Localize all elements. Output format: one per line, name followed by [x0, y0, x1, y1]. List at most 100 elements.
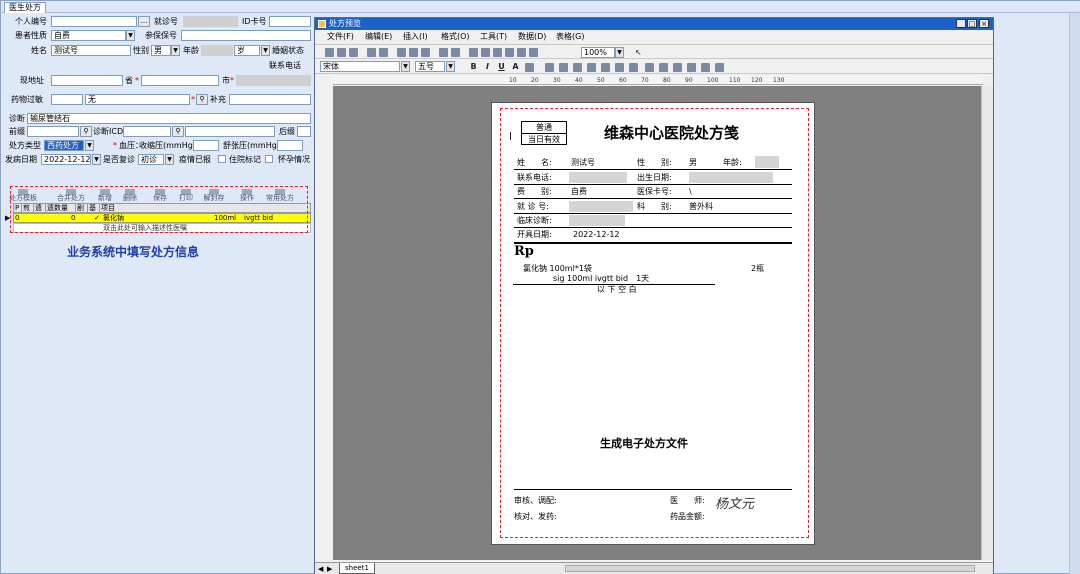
search-icon[interactable]: ⚲: [196, 94, 208, 105]
suffix-input[interactable]: [297, 126, 311, 137]
pointer-icon[interactable]: ↖: [635, 48, 644, 57]
tab-doctor-prescription[interactable]: 医生处方: [4, 2, 46, 13]
spacing-icon[interactable]: [715, 63, 724, 72]
indent-icon[interactable]: [601, 63, 610, 72]
chevron-down-icon[interactable]: ▼: [446, 61, 455, 72]
rx-visit-label: 就 诊 号:: [517, 202, 549, 211]
inpatient-checkbox[interactable]: [265, 155, 273, 163]
font-size-select[interactable]: 五号: [415, 61, 445, 72]
image-icon[interactable]: [469, 48, 478, 57]
font-color-icon[interactable]: A: [511, 62, 520, 71]
rule-line: [514, 489, 792, 490]
onset-date-input[interactable]: 2022-12-12: [41, 154, 91, 165]
menu-file[interactable]: 文件(F): [327, 31, 354, 43]
sheet-tab[interactable]: sheet1: [339, 563, 375, 574]
menu-edit[interactable]: 编辑(E): [365, 31, 392, 43]
paste-icon[interactable]: [421, 48, 430, 57]
id-card-input[interactable]: [269, 16, 311, 27]
table-icon[interactable]: [481, 48, 490, 57]
font-select[interactable]: 宋体: [320, 61, 400, 72]
systolic-input[interactable]: [193, 140, 219, 151]
horizontal-scrollbar[interactable]: [565, 565, 975, 572]
diag-icd-name-input[interactable]: [185, 126, 275, 137]
strike-icon[interactable]: [687, 63, 696, 72]
line-spacing-icon[interactable]: [629, 63, 638, 72]
print-icon[interactable]: [379, 48, 388, 57]
diag-icd-input[interactable]: [123, 126, 171, 137]
border-icon[interactable]: [645, 63, 654, 72]
align-right-icon[interactable]: [573, 63, 582, 72]
save-icon[interactable]: [349, 48, 358, 57]
next-sheet-icon[interactable]: ▶: [327, 564, 332, 574]
allergy-input[interactable]: 无: [85, 94, 190, 105]
highlight-icon[interactable]: [525, 63, 534, 72]
chevron-down-icon[interactable]: ▼: [261, 45, 270, 56]
age-unit-select[interactable]: 岁: [234, 45, 260, 56]
bold-icon[interactable]: B: [469, 62, 478, 71]
preview-title-bar[interactable]: 处方预览 _ □ ×: [315, 18, 993, 30]
vertical-scrollbar[interactable]: [981, 86, 993, 560]
supplement-input[interactable]: [229, 94, 311, 105]
city-input[interactable]: [236, 75, 311, 86]
patient-type-select[interactable]: 自费: [51, 30, 126, 41]
name-input[interactable]: 测试号: [51, 45, 131, 56]
first-sheet-icon[interactable]: ◀: [318, 564, 323, 574]
chevron-down-icon[interactable]: ▼: [85, 140, 94, 151]
menu-insert[interactable]: 插入(I): [403, 31, 428, 43]
case-icon[interactable]: [701, 63, 710, 72]
id-card-label: ID卡号: [242, 17, 267, 26]
menu-data[interactable]: 数据(D): [518, 31, 546, 43]
subscript-icon[interactable]: [673, 63, 682, 72]
province-input[interactable]: [141, 75, 219, 86]
personal-id-input[interactable]: [51, 16, 137, 27]
reported-checkbox[interactable]: [218, 155, 226, 163]
redo-icon[interactable]: [451, 48, 460, 57]
prefix-input[interactable]: [27, 126, 79, 137]
horizontal-ruler: 10 20 30 40 50 60 70 80 90 100 110 120 130: [333, 76, 983, 85]
address-input[interactable]: [51, 75, 123, 86]
open-icon[interactable]: [337, 48, 346, 57]
psi-icon[interactable]: [529, 48, 538, 57]
chevron-down-icon[interactable]: ▼: [126, 30, 135, 41]
pin-icon[interactable]: [517, 48, 526, 57]
grid-icon[interactable]: [493, 48, 502, 57]
age-input[interactable]: [201, 45, 233, 56]
menu-format[interactable]: 格式(O): [441, 31, 470, 43]
underline-icon[interactable]: U: [497, 62, 506, 71]
chart-icon[interactable]: [505, 48, 514, 57]
personal-id-lookup-button[interactable]: …: [138, 16, 150, 27]
undo-icon[interactable]: [439, 48, 448, 57]
diastolic-input[interactable]: [277, 140, 303, 151]
chevron-down-icon[interactable]: ▼: [171, 45, 180, 56]
chevron-down-icon[interactable]: ▼: [615, 47, 624, 58]
chevron-down-icon[interactable]: ▼: [165, 154, 174, 165]
preview-icon[interactable]: [367, 48, 376, 57]
gender-select[interactable]: 男: [151, 45, 171, 56]
chevron-down-icon[interactable]: ▼: [92, 154, 101, 165]
outdent-icon[interactable]: [615, 63, 624, 72]
superscript-icon[interactable]: [659, 63, 668, 72]
cut-icon[interactable]: [397, 48, 406, 57]
zoom-select[interactable]: 100%: [581, 47, 615, 58]
insurance-no-input[interactable]: [181, 30, 311, 41]
close-button[interactable]: ×: [979, 19, 989, 28]
chevron-down-icon[interactable]: ▼: [401, 61, 410, 72]
maximize-button[interactable]: □: [967, 19, 977, 28]
app-window: 医生处方 个人编号 … 就诊号 ID卡号 患者性质 自费 ▼ 参保保号 姓名 测…: [0, 0, 1080, 574]
allergy-code-input[interactable]: [51, 94, 83, 105]
visit-no-input[interactable]: [183, 16, 238, 27]
new-icon[interactable]: [325, 48, 334, 57]
menu-table[interactable]: 表格(G): [556, 31, 584, 43]
italic-icon[interactable]: I: [483, 62, 492, 71]
align-left-icon[interactable]: [545, 63, 554, 72]
minimize-button[interactable]: _: [956, 19, 966, 28]
search-icon[interactable]: ⚲: [172, 126, 184, 137]
copy-icon[interactable]: [409, 48, 418, 57]
search-icon[interactable]: ⚲: [80, 126, 92, 137]
diagnosis-input[interactable]: 输尿管结石: [27, 113, 311, 124]
align-center-icon[interactable]: [559, 63, 568, 72]
revisit-select[interactable]: 初诊: [138, 154, 164, 165]
justify-icon[interactable]: [587, 63, 596, 72]
rx-type-select[interactable]: 西药处方: [44, 140, 84, 151]
menu-tools[interactable]: 工具(T): [480, 31, 507, 43]
